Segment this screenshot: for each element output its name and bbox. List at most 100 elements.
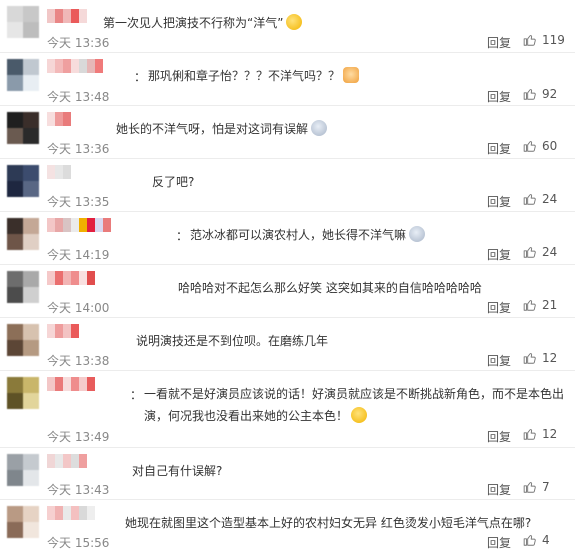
mosaic-block: [63, 324, 71, 338]
mosaic-block: [87, 506, 95, 520]
comment-body: 她现在就图里这个造型基本上好的农村妇女无异 红色烫发小短毛洋气点在哪?: [125, 516, 532, 530]
mosaic-block: [63, 9, 71, 23]
like-button[interactable]: 4: [523, 533, 550, 547]
like-count: 12: [542, 427, 558, 441]
mosaic-block: [79, 506, 87, 520]
mosaic-block: [87, 218, 95, 232]
like-count: 24: [542, 192, 558, 206]
avatar[interactable]: [7, 271, 39, 303]
divider: [0, 317, 575, 318]
mosaic-block: [47, 506, 55, 520]
thinking-emoji: [351, 407, 368, 423]
mosaic-block: [55, 454, 63, 468]
avatar[interactable]: [7, 454, 39, 486]
comment-text: 说明演技还是不到位呗。在磨练几年: [136, 330, 328, 352]
comment-time: 今天 13:48: [47, 90, 110, 104]
mosaic-block: [47, 165, 55, 179]
username-mosaic[interactable]: [47, 506, 95, 520]
comment-body: 哈哈哈对不起怎么那么好笑 这突如其来的自信哈哈哈哈哈: [178, 281, 482, 295]
mosaic-block: [79, 9, 87, 23]
thumbs-up-icon: [523, 141, 536, 152]
mosaic-block: [47, 454, 55, 468]
comment-time: 今天 13:49: [47, 430, 110, 444]
avatar[interactable]: [7, 218, 39, 250]
mosaic-block: [55, 112, 63, 126]
like-button[interactable]: 7: [523, 480, 550, 494]
username-mosaic[interactable]: [47, 324, 79, 338]
reply-button[interactable]: 回复: [487, 34, 511, 51]
divider: [0, 211, 575, 212]
name-colon: ：: [130, 388, 143, 402]
mosaic-block: [71, 506, 79, 520]
avatar[interactable]: [7, 112, 39, 144]
reply-button[interactable]: 回复: [487, 534, 511, 551]
username-mosaic[interactable]: [47, 218, 111, 232]
avatar[interactable]: [7, 59, 39, 91]
mosaic-block: [55, 59, 63, 73]
reply-button[interactable]: 回复: [487, 246, 511, 263]
mosaic-block: [79, 454, 87, 468]
thumbs-up-icon: [523, 300, 536, 311]
comment-body: 说明演技还是不到位呗。在磨练几年: [136, 334, 329, 348]
like-button[interactable]: 12: [523, 351, 557, 365]
reply-button[interactable]: 回复: [487, 299, 511, 316]
divider: [0, 447, 575, 448]
thumbs-up-icon: [523, 194, 536, 205]
comment-text: 反了吧?: [152, 171, 194, 193]
reply-button[interactable]: 回复: [487, 481, 511, 498]
grimace-emoji: [409, 226, 426, 242]
avatar[interactable]: [7, 377, 39, 409]
username-mosaic[interactable]: [47, 112, 71, 126]
mosaic-block: [87, 59, 95, 73]
comment-time: 今天 13:38: [47, 354, 110, 368]
like-button[interactable]: 12: [523, 427, 557, 441]
name-colon: ：: [176, 229, 189, 243]
like-button[interactable]: 24: [523, 245, 557, 259]
reply-button[interactable]: 回复: [487, 88, 511, 105]
reply-button[interactable]: 回复: [487, 193, 511, 210]
like-button[interactable]: 21: [523, 298, 557, 312]
grimace-emoji: [311, 120, 328, 136]
reply-button[interactable]: 回复: [487, 352, 511, 369]
comment-text: 第一次见人把演技不行称为“洋气”: [103, 12, 303, 34]
like-button[interactable]: 60: [523, 139, 557, 153]
comment-list: 第一次见人把演技不行称为“洋气” 今天 13:36 回复 119：那巩俐和章子怡？？？…: [0, 0, 575, 550]
avatar[interactable]: [7, 6, 39, 38]
mosaic-block: [95, 218, 103, 232]
comment-text: 哈哈哈对不起怎么那么好笑 这突如其来的自信哈哈哈哈哈: [178, 277, 482, 299]
username-mosaic[interactable]: [47, 9, 87, 23]
mosaic-block: [63, 454, 71, 468]
comment-text: 范冰冰都可以演农村人，她长得不洋气嘛: [190, 224, 426, 246]
comment-text: 一看就不是好演员应该说的话！好演员就应该是不断挑战新角色，而不是本色出演，何况我…: [144, 383, 564, 427]
username-mosaic[interactable]: [47, 454, 87, 468]
thumbs-up-icon: [523, 482, 536, 493]
mosaic-block: [87, 271, 95, 285]
like-count: 60: [542, 139, 558, 153]
thumbs-up-icon: [523, 429, 536, 440]
comment-body: 范冰冰都可以演农村人，她长得不洋气嘛: [190, 228, 407, 242]
mosaic-block: [63, 112, 71, 126]
grinning-tongue-emoji: [286, 14, 303, 30]
username-mosaic[interactable]: [47, 271, 95, 285]
divider: [0, 105, 575, 106]
thumbs-up-icon: [523, 35, 536, 46]
reply-button[interactable]: 回复: [487, 428, 511, 445]
avatar[interactable]: [7, 506, 39, 538]
reply-button[interactable]: 回复: [487, 140, 511, 157]
mosaic-block: [71, 454, 79, 468]
like-button[interactable]: 24: [523, 192, 557, 206]
comment-body: 反了吧?: [152, 175, 195, 189]
like-count: 4: [542, 533, 550, 547]
username-mosaic[interactable]: [47, 59, 103, 73]
mosaic-block: [63, 59, 71, 73]
comment-time: 今天 13:36: [47, 142, 110, 156]
mosaic-block: [55, 9, 63, 23]
like-count: 21: [542, 298, 558, 312]
like-button[interactable]: 119: [523, 33, 565, 47]
avatar[interactable]: [7, 165, 39, 197]
username-mosaic[interactable]: [47, 165, 71, 179]
like-button[interactable]: 92: [523, 87, 557, 101]
mosaic-block: [55, 165, 63, 179]
username-mosaic[interactable]: [47, 377, 95, 391]
avatar[interactable]: [7, 324, 39, 356]
